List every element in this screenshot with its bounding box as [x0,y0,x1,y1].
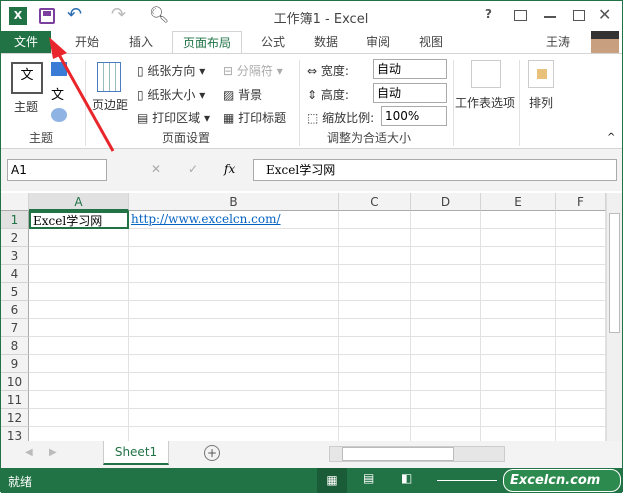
annotation-arrow [49,37,115,152]
